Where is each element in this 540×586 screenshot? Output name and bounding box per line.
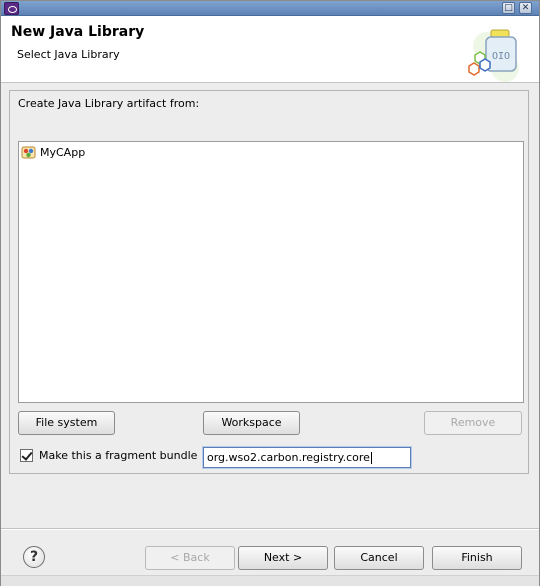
workspace-button[interactable]: Workspace	[203, 411, 300, 435]
help-icon[interactable]: ?	[23, 546, 45, 568]
finish-button[interactable]: Finish	[432, 546, 522, 570]
next-button[interactable]: Next >	[238, 546, 328, 570]
java-library-jar-icon: OIO	[468, 29, 519, 82]
file-system-button[interactable]: File system	[18, 411, 115, 435]
group-label: Create Java Library artifact from:	[18, 97, 200, 110]
list-item[interactable]: MyCApp	[21, 144, 85, 160]
page-title: New Java Library	[11, 24, 145, 40]
wizard-header: New Java Library Select Java Library OIO	[1, 16, 539, 83]
remove-button[interactable]: Remove	[424, 411, 522, 435]
bottom-strip	[1, 575, 539, 586]
maximize-button[interactable]: □	[502, 2, 515, 14]
new-java-library-dialog: □ ✕ New Java Library Select Java Library…	[0, 0, 540, 586]
fragment-bundle-label: Make this a fragment bundle	[39, 449, 198, 462]
close-button[interactable]: ✕	[519, 2, 532, 14]
page-subtitle: Select Java Library	[17, 48, 120, 61]
project-list[interactable]: MyCApp	[18, 141, 524, 403]
fragment-host-input[interactable]: org.wso2.carbon.registry.core	[203, 447, 411, 468]
cancel-button[interactable]: Cancel	[334, 546, 424, 570]
fragment-bundle-checkbox[interactable]	[20, 449, 33, 462]
capp-project-icon	[21, 146, 36, 158]
svg-text:OIO: OIO	[492, 51, 510, 62]
text-caret	[370, 452, 372, 464]
artifact-source-group: Create Java Library artifact from: MyCAp…	[9, 90, 529, 474]
footer-separator	[1, 528, 539, 530]
title-bar[interactable]: □ ✕	[1, 1, 539, 16]
back-button[interactable]: < Back	[145, 546, 235, 570]
fragment-host-value: org.wso2.carbon.registry.core	[207, 451, 370, 464]
list-item-label: MyCApp	[40, 145, 86, 159]
eclipse-icon	[4, 2, 19, 15]
